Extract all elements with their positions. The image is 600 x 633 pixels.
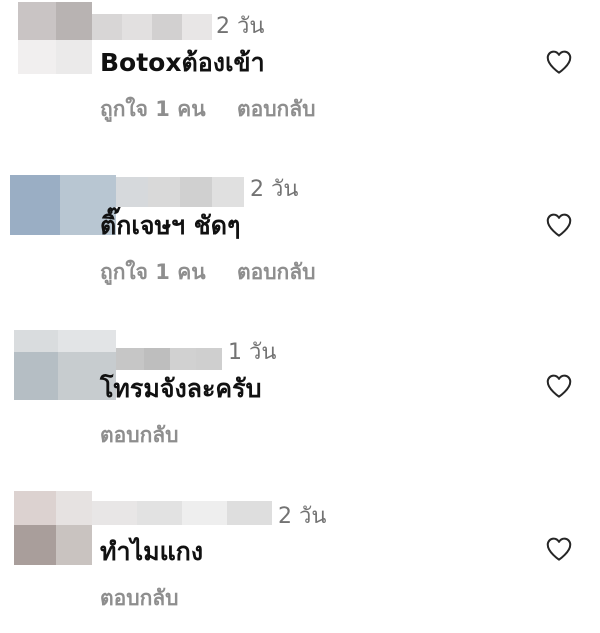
comment-actions: ตอบกลับ bbox=[100, 425, 179, 446]
comment-time[interactable]: 1 วัน bbox=[228, 342, 276, 364]
comment-text: ติ๊กเจษฯ ชัดๆ bbox=[100, 211, 241, 240]
comment-actions: ถูกใจ 1 คน ตอบกลับ bbox=[100, 99, 315, 120]
reply-button[interactable]: ตอบกลับ bbox=[100, 588, 179, 609]
reply-button[interactable]: ตอบกลับ bbox=[237, 99, 316, 120]
heart-outline-icon[interactable] bbox=[542, 371, 576, 401]
reply-button[interactable]: ตอบกลับ bbox=[237, 262, 316, 283]
heart-outline-icon[interactable] bbox=[542, 47, 576, 77]
comment-actions: ตอบกลับ bbox=[100, 588, 179, 609]
comment-time[interactable]: 2 วัน bbox=[278, 506, 326, 528]
commenter-avatar[interactable] bbox=[18, 2, 92, 74]
commenter-avatar[interactable] bbox=[14, 491, 92, 565]
comment-actions: ถูกใจ 1 คน ตอบกลับ bbox=[100, 262, 315, 283]
comment-time[interactable]: 2 วัน bbox=[216, 16, 264, 38]
commenter-username[interactable] bbox=[92, 501, 272, 525]
likes-count-link[interactable]: ถูกใจ 1 คน bbox=[100, 99, 206, 120]
comment-text: โทรมจังละครับ bbox=[100, 374, 262, 403]
likes-count-link[interactable]: ถูกใจ 1 คน bbox=[100, 262, 206, 283]
heart-outline-icon[interactable] bbox=[542, 534, 576, 564]
comment-text: ทำไมแกง bbox=[100, 537, 204, 566]
comment-text: Botoxต้องเข้า bbox=[100, 48, 265, 77]
commenter-username[interactable] bbox=[116, 348, 222, 370]
heart-outline-icon[interactable] bbox=[542, 210, 576, 240]
commenter-username[interactable] bbox=[116, 177, 244, 207]
comment-time[interactable]: 2 วัน bbox=[250, 179, 298, 201]
commenter-username[interactable] bbox=[92, 14, 212, 40]
reply-button[interactable]: ตอบกลับ bbox=[100, 425, 179, 446]
